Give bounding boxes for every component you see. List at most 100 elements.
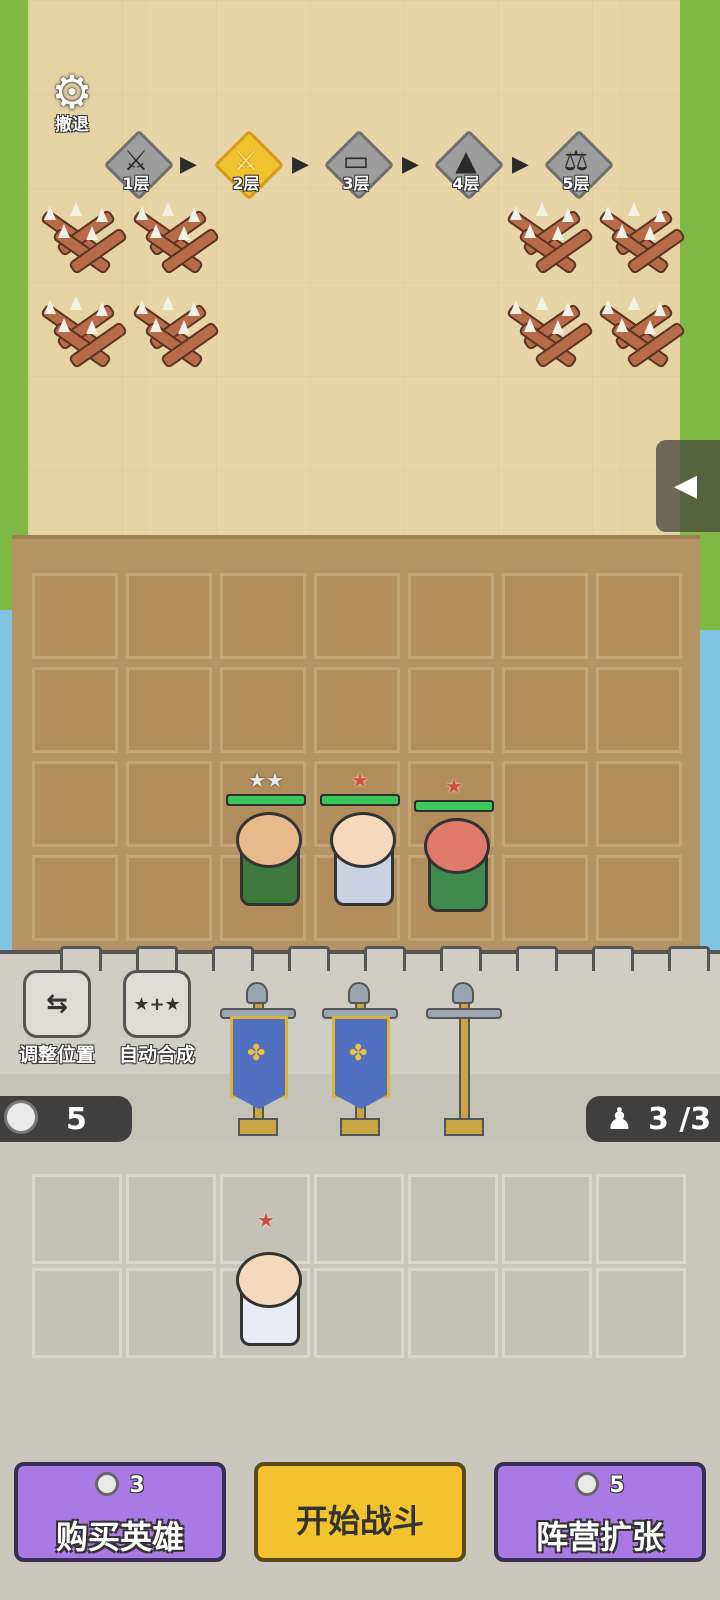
board-cell[interactable] <box>32 855 118 941</box>
population-counter: ♟ 3 /3 <box>586 1096 720 1142</box>
board-cell[interactable] <box>502 573 588 659</box>
bench-cell[interactable] <box>126 1268 216 1358</box>
bench-cell[interactable] <box>32 1174 122 1264</box>
board-cell[interactable] <box>408 667 494 753</box>
halberd-general-hero[interactable]: ★ <box>406 774 502 914</box>
spike-barricade <box>122 196 221 276</box>
spike-barricade <box>496 196 595 276</box>
board-cell[interactable] <box>314 667 400 753</box>
arrow-left-icon: ◀ <box>674 468 698 503</box>
clover-icon: ✤ <box>247 1041 266 1066</box>
start-battle-label: 开始战斗 <box>295 1502 424 1540</box>
crenel <box>288 946 330 971</box>
bench-cell[interactable] <box>502 1174 592 1264</box>
arrow-icon <box>402 152 419 177</box>
start-battle-button[interactable]: 开始战斗 <box>254 1462 466 1562</box>
buy-hero-button[interactable]: 3 购买英雄 <box>14 1462 226 1562</box>
population-value: 3 /3 <box>648 1102 712 1137</box>
spike-barricade <box>496 290 595 370</box>
board-cell[interactable] <box>596 667 682 753</box>
board-cell[interactable] <box>502 761 588 847</box>
crenel <box>592 946 634 971</box>
coin-icon <box>575 1472 600 1496</box>
floor-2[interactable]: ⚔ 2层 <box>213 129 285 201</box>
spike-barricade <box>30 196 129 276</box>
star-rating: ★ <box>445 774 463 798</box>
strategist-hero[interactable]: ★ <box>218 1208 314 1348</box>
board-cell[interactable] <box>32 761 118 847</box>
floor-label: 5层 <box>562 174 590 193</box>
spike-barricade <box>588 290 687 370</box>
board-cell[interactable] <box>314 573 400 659</box>
spike-barricade <box>122 290 221 370</box>
crenel <box>516 946 558 971</box>
retreat-button[interactable]: ⚙ 撤退 <box>44 68 100 134</box>
water-right <box>698 630 720 960</box>
board-cell[interactable] <box>502 667 588 753</box>
floor-label: 2层 <box>232 174 260 193</box>
banner-2: ✤ <box>318 982 398 1140</box>
side-panel-toggle[interactable]: ◀ <box>656 440 720 532</box>
floor-label: 1层 <box>122 174 150 193</box>
swap-arrows-icon: ⇆ <box>23 970 91 1038</box>
board-cell[interactable] <box>596 761 682 847</box>
star-rating: ★★ <box>248 768 284 792</box>
hp-bar <box>320 794 400 806</box>
hp-bar <box>414 800 494 812</box>
banner-3-empty <box>422 982 502 1140</box>
crenel <box>136 946 178 971</box>
bench-cell[interactable] <box>408 1174 498 1264</box>
floor-label: 4层 <box>452 174 480 193</box>
bench-cell[interactable] <box>314 1174 404 1264</box>
bench-cell[interactable] <box>408 1268 498 1358</box>
coin-counter: 5 <box>0 1096 132 1142</box>
board-cell[interactable] <box>126 667 212 753</box>
coin-icon <box>95 1472 120 1496</box>
arrow-icon <box>512 152 529 177</box>
buy-hero-label: 购买英雄 <box>55 1518 184 1556</box>
crenel <box>668 946 710 971</box>
coin-value: 5 <box>66 1102 87 1137</box>
adjust-position-label: 调整位置 <box>18 1044 95 1066</box>
expand-camp-button[interactable]: 5 阵营扩张 <box>494 1462 706 1562</box>
floor-3[interactable]: ▭ 3层 <box>323 129 395 201</box>
arrow-icon <box>292 152 309 177</box>
board-cell[interactable] <box>502 855 588 941</box>
floor-1[interactable]: ⚔ 1层 <box>103 129 175 201</box>
bench-cell[interactable] <box>596 1268 686 1358</box>
hp-bar <box>226 794 306 806</box>
bench-cell[interactable] <box>126 1174 216 1264</box>
floor-4[interactable]: ▲ 4层 <box>433 129 505 201</box>
floor-5[interactable]: ⚖ 5层 <box>543 129 615 201</box>
brawler-hero[interactable]: ★★ <box>218 768 314 908</box>
spike-barricade <box>588 196 687 276</box>
board-cell[interactable] <box>596 573 682 659</box>
board-cell[interactable] <box>32 667 118 753</box>
bench-cell[interactable] <box>502 1268 592 1358</box>
board-cell[interactable] <box>126 761 212 847</box>
board-cell[interactable] <box>126 855 212 941</box>
star-rating: ★ <box>351 768 369 792</box>
buy-hero-cost: 3 <box>129 1473 145 1498</box>
bench-cell[interactable] <box>314 1268 404 1358</box>
expand-camp-label: 阵营扩张 <box>535 1518 664 1556</box>
spike-barricade <box>30 290 129 370</box>
board-cell[interactable] <box>32 573 118 659</box>
board-cell[interactable] <box>126 573 212 659</box>
stars-merge-icon: ★+★ <box>123 970 191 1038</box>
board-cell[interactable] <box>596 855 682 941</box>
shield-knight-hero[interactable]: ★ <box>312 768 408 908</box>
clover-icon: ✤ <box>349 1041 368 1066</box>
board-cell[interactable] <box>220 573 306 659</box>
bench-cell[interactable] <box>596 1174 686 1264</box>
board-cell[interactable] <box>408 573 494 659</box>
crenel <box>364 946 406 971</box>
banner-1: ✤ <box>216 982 296 1140</box>
board-cell[interactable] <box>220 667 306 753</box>
bench-cell[interactable] <box>32 1268 122 1358</box>
adjust-position-button[interactable]: ⇆ 调整位置 <box>10 970 104 1067</box>
pawn-icon: ♟ <box>606 1102 633 1137</box>
coin-icon <box>4 1100 38 1134</box>
crenel <box>60 946 102 971</box>
auto-merge-button[interactable]: ★+★ 自动合成 <box>110 970 204 1067</box>
